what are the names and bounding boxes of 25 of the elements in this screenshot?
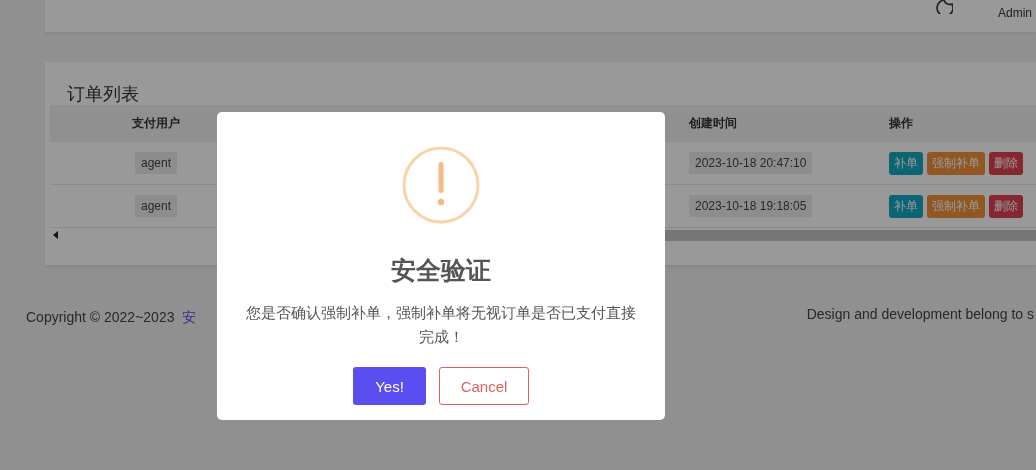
moon-icon[interactable] (935, 0, 953, 14)
action-button[interactable]: 强制补单 (927, 194, 985, 218)
action-button[interactable]: 删除 (989, 151, 1023, 175)
action-button[interactable]: 删除 (989, 194, 1023, 218)
time-tag: 2023-10-18 20:47:10 (689, 152, 813, 174)
column-header: 支付用户 (131, 115, 181, 132)
column-header: 创建时间 (688, 115, 738, 132)
time-tag: 2023-10-18 19:18:05 (689, 195, 813, 217)
footer-link[interactable]: 安 (182, 309, 197, 327)
scroll-left-icon[interactable] (53, 231, 59, 239)
warning-icon (402, 146, 480, 224)
action-button[interactable]: 补单 (889, 194, 923, 218)
action-button[interactable]: 补单 (889, 151, 923, 175)
action-button[interactable]: 强制补单 (927, 151, 985, 175)
card-title: 订单列表 (66, 83, 140, 105)
confirm-button[interactable]: Yes! (353, 367, 426, 405)
user-tag: agent (135, 152, 177, 174)
user-name[interactable]: Admin (998, 6, 1032, 20)
copyright-text: Copyright © 2022~2023 (26, 309, 175, 327)
cancel-button[interactable]: Cancel (439, 367, 529, 405)
dialog-message: 您是否确认强制补单，强制补单将无视订单是否已支付直接完成！ (245, 303, 637, 347)
dialog-title: 安全验证 (391, 255, 491, 286)
user-tag: agent (135, 195, 177, 217)
column-header: 操作 (888, 115, 914, 132)
credit-text: Design and development belong to s (806, 306, 1034, 324)
